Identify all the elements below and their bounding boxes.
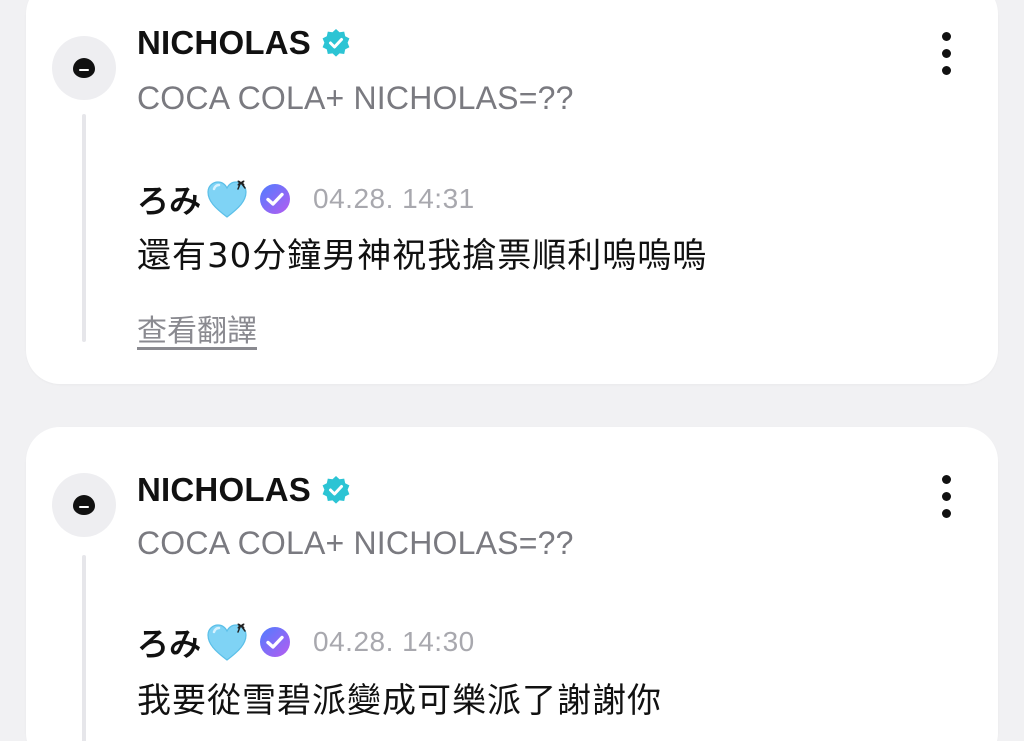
verified-badge-icon — [322, 29, 350, 57]
comment-feed: NICHOLAS COCA COLA+ NICHOLAS=?? ろみ 04.28… — [0, 0, 1024, 741]
artist-name[interactable]: NICHOLAS — [137, 471, 351, 509]
reply-timestamp: 04.28. 14:30 — [313, 626, 475, 657]
more-options-button[interactable] — [940, 475, 952, 518]
thread-line — [82, 114, 86, 342]
reply-header: ろみ 04.28. 14:31 — [137, 176, 475, 222]
more-dot — [941, 49, 951, 58]
reply-author[interactable]: ろみ — [137, 619, 201, 665]
light-blue-heart-icon — [207, 623, 247, 661]
artist-avatar[interactable] — [52, 473, 116, 537]
reply-timestamp: 04.28. 14:31 — [313, 183, 475, 214]
quoted-post: COCA COLA+ NICHOLAS=?? — [137, 525, 574, 561]
fan-check-badge-icon — [260, 627, 291, 657]
quoted-post: COCA COLA+ NICHOLAS=?? — [137, 80, 574, 116]
view-translation-link[interactable]: 查看翻譯 — [137, 306, 257, 350]
reply-text: 我要從雪碧派變成可樂派了謝謝你 — [137, 681, 662, 721]
thread-line — [82, 555, 86, 741]
more-options-button[interactable] — [940, 32, 952, 75]
artist-name-label: NICHOLAS — [137, 24, 311, 61]
more-dot — [941, 509, 951, 518]
chat-bubble-icon — [73, 495, 95, 515]
artist-avatar[interactable] — [52, 36, 116, 100]
artist-name[interactable]: NICHOLAS — [137, 24, 351, 62]
artist-name-label: NICHOLAS — [137, 471, 311, 508]
verified-badge-icon — [322, 476, 350, 504]
more-dot — [941, 66, 951, 75]
more-vertical-icon — [941, 475, 951, 484]
fan-check-badge-icon — [260, 184, 291, 214]
light-blue-heart-icon — [207, 180, 247, 218]
more-vertical-icon — [941, 32, 951, 41]
reply-author[interactable]: ろみ — [137, 176, 201, 222]
comment-card[interactable]: NICHOLAS COCA COLA+ NICHOLAS=?? ろみ 04.28… — [26, 0, 998, 384]
chat-bubble-icon — [73, 58, 95, 78]
reply-text: 還有30分鐘男神祝我搶票順利嗚嗚嗚 — [137, 236, 708, 276]
more-dot — [941, 492, 951, 501]
comment-card[interactable]: NICHOLAS COCA COLA+ NICHOLAS=?? ろみ 04.28… — [26, 427, 998, 741]
reply-header: ろみ 04.28. 14:30 — [137, 619, 475, 665]
